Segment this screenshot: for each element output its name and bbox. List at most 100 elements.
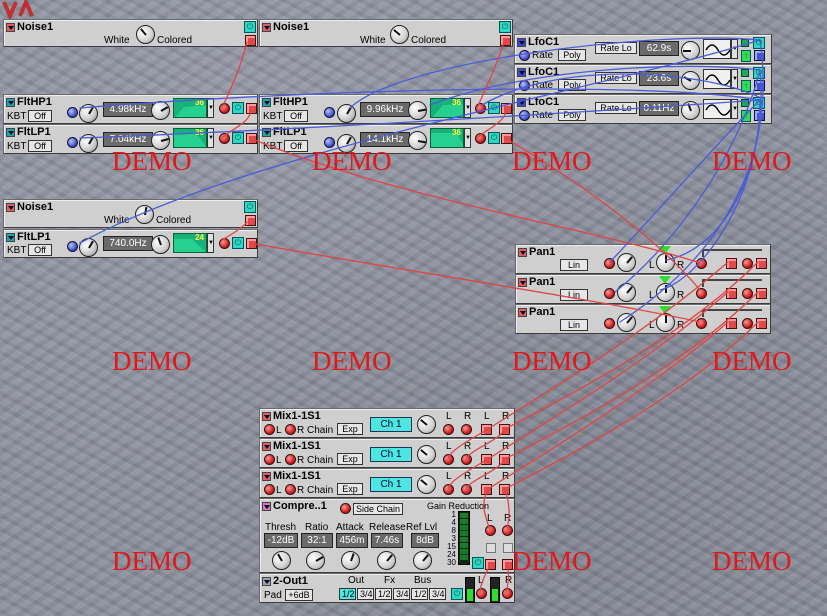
comp-in-l-jack[interactable] — [485, 525, 496, 536]
rate-range-button[interactable]: Rate Lo — [595, 102, 637, 114]
bus-3-4-button[interactable]: 3/4 — [429, 588, 446, 600]
module-menu-icon[interactable] — [6, 127, 15, 137]
fx-1-2-button[interactable]: 1/2 — [375, 588, 392, 600]
level-knob[interactable] — [417, 415, 436, 434]
waveform-dropdown[interactable]: ▼ — [731, 69, 738, 89]
pan-module-1[interactable]: Pan1 Lin L R — [515, 244, 771, 274]
left-output-jack[interactable] — [726, 318, 737, 329]
power-icon[interactable]: ⏻ — [488, 102, 500, 114]
right-input-jack[interactable] — [285, 484, 296, 495]
out-l-jack[interactable] — [481, 484, 492, 495]
module-menu-icon[interactable] — [262, 441, 271, 451]
audio-input-jack[interactable] — [696, 288, 707, 299]
lin-button[interactable]: Lin — [560, 319, 588, 331]
audio-input-jack[interactable] — [475, 103, 486, 114]
noise-module-3[interactable]: Noise1 White Colored ⏻ — [3, 199, 258, 228]
release-knob[interactable] — [377, 551, 396, 570]
mixer-module-1[interactable]: Mix1-1S1 L R Chain Exp Ch 1 L R L R — [259, 408, 515, 438]
lfo-output-jack[interactable] — [754, 50, 765, 61]
power-icon[interactable]: ⏻ — [244, 201, 256, 213]
module-menu-icon[interactable] — [262, 501, 271, 511]
noise-output-jack[interactable] — [245, 35, 256, 46]
sine-wave-icon[interactable] — [703, 99, 731, 119]
cutoff-knob[interactable] — [151, 235, 170, 254]
audio-output-jack[interactable] — [501, 133, 512, 144]
audio-output-jack[interactable] — [246, 103, 257, 114]
pan-module-2[interactable]: Pan1 Lin L R — [515, 274, 771, 304]
fm-input-jack[interactable] — [324, 107, 335, 118]
power-icon[interactable]: ⏻ — [232, 237, 244, 249]
pan-knob[interactable] — [656, 253, 675, 272]
module-menu-icon[interactable] — [262, 97, 271, 107]
chain-in-r-jack[interactable] — [461, 454, 472, 465]
audio-input-jack[interactable] — [219, 103, 230, 114]
noise-output-jack[interactable] — [500, 35, 511, 46]
noise-module-2[interactable]: Noise1 White Colored ⏻ — [259, 19, 513, 47]
power-icon[interactable]: ⏻ — [753, 67, 765, 79]
power-icon[interactable]: ⏻ — [488, 132, 500, 144]
rate-input-jack[interactable] — [519, 110, 530, 121]
lfo-output-jack[interactable] — [754, 110, 765, 121]
power-icon[interactable]: ⏻ — [451, 588, 463, 600]
poly-button[interactable]: Poly — [558, 109, 586, 121]
aux-input-jack[interactable] — [742, 288, 753, 299]
rate-range-button[interactable]: Rate Lo — [595, 72, 637, 84]
phase-arrow-icon[interactable]: ↑ — [741, 50, 751, 62]
module-menu-icon[interactable] — [6, 22, 15, 32]
patch-canvas[interactable]: Noise1 White Colored ⏻ Noise1 White Colo… — [0, 0, 827, 616]
pan-knob[interactable] — [656, 313, 675, 332]
out-in-l-jack[interactable] — [476, 588, 487, 599]
filter-hp-module-1[interactable]: FltHP1 KBT Off 4.98kHz 36 ▼ ⏻ — [3, 94, 258, 124]
fm-input-jack[interactable] — [67, 107, 78, 118]
out-l-jack[interactable] — [481, 454, 492, 465]
kbt-button[interactable]: Off — [28, 140, 52, 152]
power-icon[interactable]: ⏻ — [232, 132, 244, 144]
slope-dropdown[interactable]: ▼ — [207, 233, 214, 253]
kbt-button[interactable]: Off — [28, 110, 52, 122]
sine-wave-icon[interactable] — [703, 39, 731, 59]
audio-output-jack[interactable] — [501, 103, 512, 114]
audio-input-jack[interactable] — [219, 238, 230, 249]
aux-input-jack[interactable] — [742, 258, 753, 269]
module-menu-icon[interactable] — [517, 37, 526, 47]
pan-amount-knob[interactable] — [617, 283, 636, 302]
module-menu-icon[interactable] — [517, 97, 526, 107]
rate-knob[interactable] — [681, 101, 700, 120]
right-input-jack[interactable] — [285, 454, 296, 465]
audio-input-jack[interactable] — [696, 318, 707, 329]
rate-range-button[interactable]: Rate Lo — [595, 42, 637, 54]
poly-button[interactable]: Poly — [558, 79, 586, 91]
side-chain-input-jack[interactable] — [340, 503, 351, 514]
left-output-jack[interactable] — [726, 288, 737, 299]
chain-in-l-jack[interactable] — [443, 424, 454, 435]
out-1-2-button[interactable]: 1/2 — [339, 588, 356, 600]
waveform-dropdown[interactable]: ▼ — [731, 39, 738, 59]
module-menu-icon[interactable] — [262, 471, 271, 481]
power-icon[interactable]: ⏻ — [232, 102, 244, 114]
noise-module-1[interactable]: Noise1 White Colored ⏻ — [3, 19, 258, 47]
mixer-module-3[interactable]: Mix1-1S1 L R Chain Exp Ch 1 L R L R — [259, 468, 515, 498]
compressor-module[interactable]: Compre..1 Side Chain Gain Reduction Thre… — [259, 498, 515, 573]
out-in-r-jack[interactable] — [502, 588, 513, 599]
pan-mod-input-jack[interactable] — [604, 318, 615, 329]
lin-button[interactable]: Lin — [560, 259, 588, 271]
chain-in-l-jack[interactable] — [443, 454, 454, 465]
module-menu-icon[interactable] — [6, 202, 15, 212]
power-icon[interactable]: ⏻ — [753, 37, 765, 49]
aux-input-jack[interactable] — [742, 318, 753, 329]
attack-knob[interactable] — [341, 551, 360, 570]
noise-output-jack[interactable] — [245, 215, 256, 226]
fm-amount-knob[interactable] — [337, 104, 356, 123]
fm-input-jack[interactable] — [67, 137, 78, 148]
out-l-jack[interactable] — [481, 424, 492, 435]
out-3-4-button[interactable]: 3/4 — [357, 588, 374, 600]
pan-mod-input-jack[interactable] — [604, 288, 615, 299]
module-menu-icon[interactable] — [262, 576, 271, 586]
fx-3-4-button[interactable]: 3/4 — [393, 588, 410, 600]
lfo-output-jack[interactable] — [754, 80, 765, 91]
right-output-jack[interactable] — [756, 258, 767, 269]
power-icon[interactable]: ⏻ — [472, 557, 484, 569]
exp-button[interactable]: Exp — [337, 483, 363, 495]
slope-dropdown[interactable]: ▼ — [464, 128, 471, 148]
power-icon[interactable]: ⏻ — [753, 97, 765, 109]
